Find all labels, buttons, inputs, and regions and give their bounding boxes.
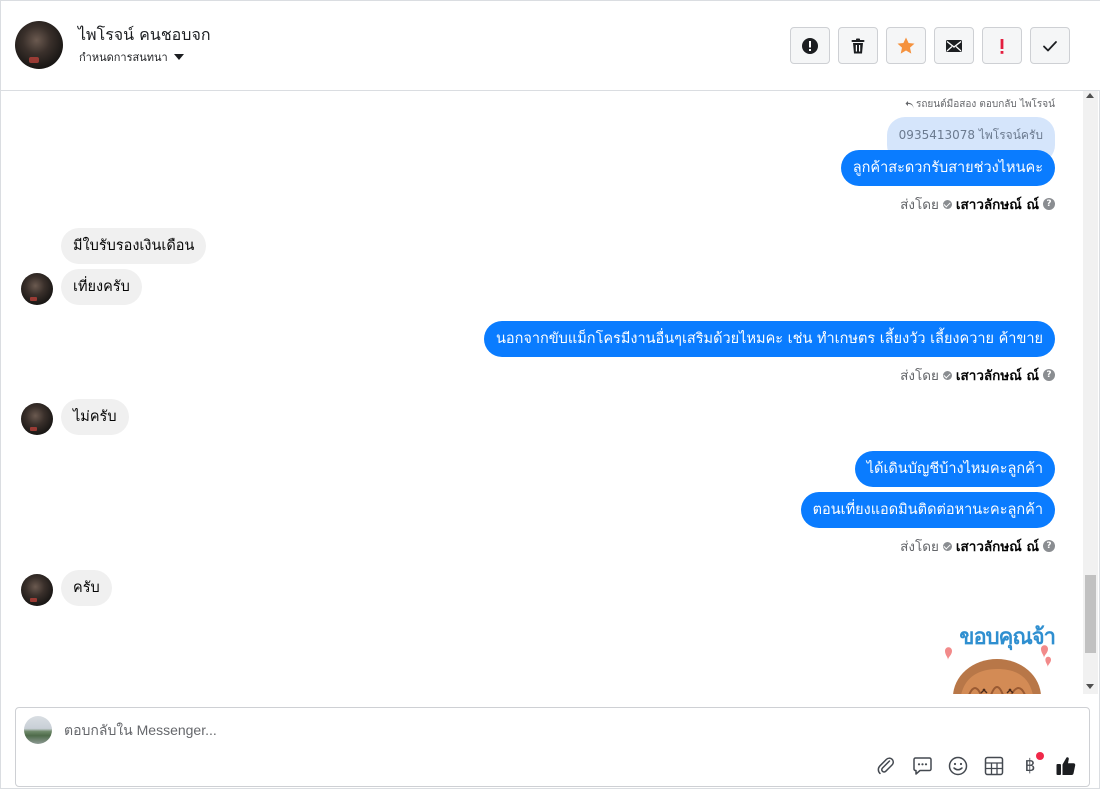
payment-button[interactable]: ฿ xyxy=(1019,752,1044,777)
star-icon xyxy=(897,37,915,54)
sender-avatar[interactable] xyxy=(21,574,53,606)
reply-context-text: รถยนต์มือสอง ตอบกลับ ไพโรจน์ xyxy=(916,99,1055,110)
paperclip-icon xyxy=(877,757,895,775)
agent-name[interactable]: เสาวลักษณ์ ณ์ xyxy=(956,535,1039,557)
sender-avatar[interactable] xyxy=(21,273,53,305)
quick-reply-icon xyxy=(912,757,932,775)
templates-button[interactable] xyxy=(983,755,1005,777)
sent-by-line: ส่งโดย เสาวลักษณ์ ณ์ ? xyxy=(900,193,1055,215)
thank-you-sticker[interactable]: ขอบคุณจ้า xyxy=(935,619,1056,694)
message-bubble-incoming[interactable]: เที่ยงครับ xyxy=(61,269,142,305)
agent-name[interactable]: เสาวลักษณ์ ณ์ xyxy=(956,364,1039,386)
emoji-icon xyxy=(948,756,968,776)
header-actions xyxy=(790,27,1070,64)
verified-check-icon xyxy=(942,370,952,380)
agent-name[interactable]: เสาวลักษณ์ ณ์ xyxy=(956,193,1039,215)
sent-by-label: ส่งโดย xyxy=(900,539,939,555)
message-bubble-outgoing[interactable]: นอกจากขับแม็กโครมีงานอื่นๆเสริมด้วยไหมคะ… xyxy=(483,321,1055,357)
sent-by-label: ส่งโดย xyxy=(900,197,939,213)
emoji-button[interactable] xyxy=(947,755,969,777)
notification-dot xyxy=(1036,752,1044,760)
help-icon[interactable]: ? xyxy=(1043,369,1055,381)
delete-button[interactable] xyxy=(838,27,878,64)
envelope-icon xyxy=(946,39,962,52)
message-bubble-outgoing[interactable]: ลูกค้าสะดวกรับสายช่วงไหนคะ xyxy=(840,150,1055,186)
message-scrollbar[interactable] xyxy=(1083,91,1098,694)
inbox-conversation-panel: ไพโรจน์ คนชอบจก กำหนดการสนทนา รถยนต์มือส… xyxy=(0,0,1100,789)
exclamation-icon xyxy=(1000,38,1004,54)
message-bubble-incoming[interactable]: มีใบรับรองเงินเดือน xyxy=(61,228,207,264)
caret-down-icon xyxy=(173,54,184,60)
spam-icon xyxy=(802,37,818,54)
help-icon[interactable]: ? xyxy=(1043,540,1055,552)
message-bubble-outgoing[interactable]: ได้เดินบัญชีบ้างไหมคะลูกค้า xyxy=(854,451,1055,487)
mark-done-button[interactable] xyxy=(1030,27,1070,64)
thumbs-up-icon xyxy=(1056,757,1076,775)
message-bubble-incoming[interactable]: ครับ xyxy=(61,570,112,606)
template-icon xyxy=(984,756,1004,776)
contact-name[interactable]: ไพโรจน์ คนชอบจก xyxy=(78,23,211,48)
mark-unread-button[interactable] xyxy=(934,27,974,64)
scroll-up-arrow-icon[interactable] xyxy=(1086,93,1094,98)
sender-avatar[interactable] xyxy=(21,403,53,435)
sticker-girl-image xyxy=(945,645,1051,694)
trash-icon xyxy=(851,38,865,53)
message-bubble-incoming[interactable]: ไม่ครับ xyxy=(61,399,129,435)
sent-by-line: ส่งโดย เสาวลักษณ์ ณ์ ? xyxy=(900,364,1055,386)
star-button[interactable] xyxy=(886,27,926,64)
sent-by-line: ส่งโดย เสาวลักษณ์ ณ์ ? xyxy=(900,535,1055,557)
assign-conversation-dropdown[interactable]: กำหนดการสนทนา xyxy=(79,48,184,66)
reply-composer: ฿ xyxy=(15,707,1090,787)
verified-check-icon xyxy=(942,199,952,209)
reply-arrow-icon xyxy=(905,100,914,108)
mark-spam-button[interactable] xyxy=(790,27,830,64)
help-icon[interactable]: ? xyxy=(1043,198,1055,210)
attach-file-button[interactable] xyxy=(875,755,897,777)
scroll-down-arrow-icon[interactable] xyxy=(1086,684,1094,689)
send-like-button[interactable] xyxy=(1055,755,1077,777)
check-icon xyxy=(1043,40,1057,51)
page-avatar xyxy=(24,716,52,744)
saved-replies-button[interactable] xyxy=(911,755,933,777)
contact-avatar[interactable] xyxy=(15,21,63,69)
scrollbar-thumb[interactable] xyxy=(1085,575,1096,653)
sent-by-label: ส่งโดย xyxy=(900,368,939,384)
message-list[interactable]: รถยนต์มือสอง ตอบกลับ ไพโรจน์ 0935413078 … xyxy=(1,91,1100,694)
reply-input[interactable] xyxy=(64,722,864,738)
assign-conversation-label: กำหนดการสนทนา xyxy=(79,51,168,64)
baht-icon: ฿ xyxy=(1024,756,1036,776)
message-bubble-outgoing[interactable]: ตอนเที่ยงแอดมินติดต่อหานะคะลูกค้า xyxy=(800,492,1055,528)
mark-important-button[interactable] xyxy=(982,27,1022,64)
conversation-header: ไพโรจน์ คนชอบจก กำหนดการสนทนา xyxy=(1,1,1100,91)
verified-check-icon xyxy=(942,541,952,551)
composer-toolbar: ฿ xyxy=(875,752,1077,777)
reply-context: รถยนต์มือสอง ตอบกลับ ไพโรจน์ xyxy=(905,97,1055,112)
